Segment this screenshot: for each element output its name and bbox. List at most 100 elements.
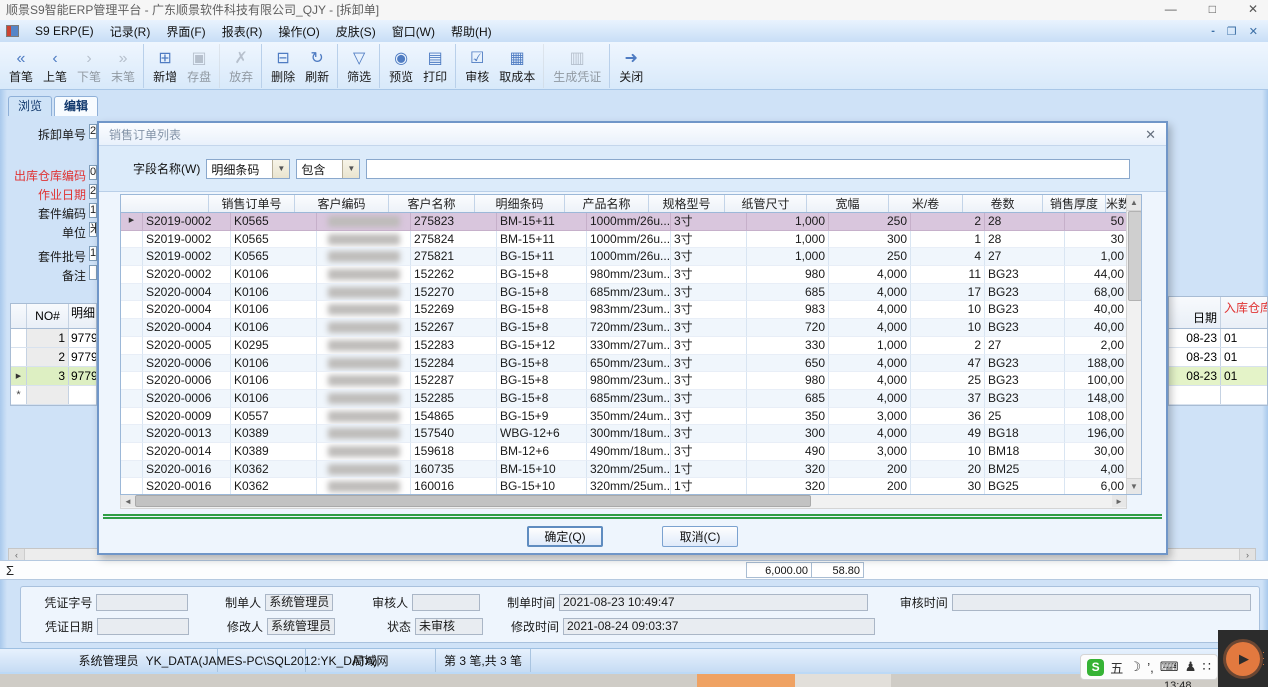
scroll-down-icon[interactable]: ▼ (1127, 478, 1141, 494)
punctuation-icon[interactable]: ’, (1147, 660, 1154, 675)
menu-item[interactable]: 报表(R) (214, 21, 271, 42)
grid-column-header[interactable]: 明细条码 (475, 195, 565, 212)
grid-column-header[interactable]: 米/卷 (889, 195, 963, 212)
modify-time-input[interactable]: 2021-08-24 09:03:37 (563, 618, 875, 635)
field-name-select[interactable]: 明细条码 ▼ (206, 159, 290, 179)
toolbar-button[interactable]: ⊟ 删除 (261, 44, 300, 88)
toolbox-icon[interactable]: ∷ (1203, 659, 1211, 675)
detail-grid-row[interactable]: 3 97792 (11, 367, 96, 386)
detail-grid-row[interactable] (1169, 386, 1267, 405)
mdi-restore-button[interactable]: ❐ (1227, 25, 1237, 38)
menu-item[interactable]: S9 ERP(E) (27, 22, 102, 40)
sales-order-row[interactable]: S2020-0004 K0106 152270 BG-15+8 685mm/23… (121, 284, 1141, 302)
grid-column-header[interactable] (121, 195, 209, 212)
sales-order-row[interactable]: S2020-0016 K0362 160016 BG-15+10 320mm/2… (121, 478, 1141, 495)
maker-input[interactable]: 系统管理员 (265, 594, 332, 611)
toolbar-button[interactable]: ▣ 存盘 (182, 44, 216, 88)
toolbar-button[interactable]: ◉ 预览 (379, 44, 418, 88)
grid-horizontal-scrollbar[interactable]: ◄ ► (120, 495, 1127, 509)
dismantle-order-no-input[interactable]: 2 (89, 124, 97, 139)
toolbar-button[interactable]: « 首笔 (4, 44, 38, 88)
grid-column-header[interactable]: 销售订单号 (209, 195, 295, 212)
sales-order-row[interactable]: S2020-0009 K0557 154865 BG-15+9 350mm/24… (121, 408, 1141, 426)
vertical-scroll-thumb[interactable] (1128, 211, 1142, 301)
horizontal-scroll-thumb[interactable] (135, 495, 811, 507)
menu-item[interactable]: 界面(F) (158, 21, 213, 42)
window-minimize-button[interactable]: — (1165, 0, 1177, 18)
window-maximize-button[interactable]: □ (1209, 0, 1216, 18)
taskbar-item[interactable] (795, 674, 891, 687)
auditor-input[interactable] (412, 594, 479, 611)
chevron-down-icon[interactable]: ▼ (272, 160, 289, 178)
scroll-up-icon[interactable]: ▲ (1127, 195, 1141, 211)
detail-grid-row[interactable] (11, 386, 96, 405)
mdi-minimize-button[interactable]: - (1211, 25, 1215, 38)
menu-item[interactable]: 记录(R) (102, 21, 159, 42)
grid-vertical-scrollbar[interactable]: ▲ ▼ (1126, 195, 1141, 494)
toolbar-button[interactable]: ▽ 筛选 (337, 44, 376, 88)
user-mode-icon[interactable]: ♟ (1185, 659, 1197, 675)
detail-grid-row[interactable]: 08-23 01 (1169, 367, 1267, 386)
grid-column-header[interactable]: 销售厚度 (1043, 195, 1106, 212)
toolbar-button[interactable]: ‹ 上笔 (38, 44, 72, 88)
work-date-input[interactable]: 2 (89, 184, 97, 199)
voucher-date-input[interactable] (97, 618, 189, 635)
menu-item[interactable]: 帮助(H) (443, 21, 500, 42)
grid-column-header[interactable]: 宽幅 (807, 195, 889, 212)
voucher-no-input[interactable] (96, 594, 187, 611)
soft-keyboard-icon[interactable]: ⌨ (1160, 659, 1179, 675)
modifier-input[interactable]: 系统管理员 (267, 618, 335, 635)
tab[interactable]: 浏览 (8, 96, 52, 116)
scroll-right-icon[interactable]: ► (1112, 495, 1126, 507)
grid-column-header[interactable]: 规格型号 (649, 195, 725, 212)
sales-order-row[interactable]: S2020-0014 K0389 159618 BM-12+6 490mm/18… (121, 443, 1141, 461)
kit-batch-no-input[interactable]: 1 (89, 246, 97, 261)
tab[interactable]: 编辑 (54, 96, 98, 116)
toolbar-button[interactable]: ▥ 生成凭证 (543, 44, 606, 88)
taskbar-active-item[interactable] (697, 674, 795, 687)
filter-search-input[interactable] (366, 159, 1130, 179)
detail-grid-row[interactable]: 2 97792 (11, 348, 96, 367)
dialog-title-bar[interactable]: 销售订单列表 ✕ (99, 123, 1166, 146)
sales-order-row[interactable]: S2020-0005 K0295 152283 BG-15+12 330mm/2… (121, 337, 1141, 355)
sales-order-row[interactable]: S2019-0002 K0565 275823 BM-15+11 1000mm/… (121, 213, 1141, 231)
dialog-close-icon[interactable]: ✕ (1145, 128, 1156, 141)
ok-button[interactable]: 确定(Q) (527, 526, 603, 547)
sales-order-row[interactable]: S2020-0013 K0389 157540 WBG-12+6 300mm/1… (121, 425, 1141, 443)
kit-code-input[interactable]: 1 (89, 203, 97, 218)
toolbar-button[interactable]: ↻ 刷新 (300, 44, 334, 88)
scroll-right-icon[interactable]: › (1239, 549, 1255, 560)
unit-input[interactable]: 米 (89, 222, 97, 237)
toolbar-button[interactable]: ☑ 审核 (455, 44, 494, 88)
toolbar-button[interactable]: ⊞ 新增 (143, 44, 182, 88)
sales-order-row[interactable]: S2019-0002 K0565 275824 BM-15+11 1000mm/… (121, 231, 1141, 249)
detail-grid-row[interactable]: 1 97792 (11, 329, 96, 348)
toolbar-button[interactable]: ➜ 关闭 (609, 44, 648, 88)
grid-column-header[interactable]: 客户名称 (389, 195, 475, 212)
detail-grid-row[interactable]: 08-23 01 (1169, 329, 1267, 348)
out-warehouse-code-input[interactable]: 0 (89, 165, 97, 180)
toolbar-button[interactable]: » 末笔 (106, 44, 140, 88)
grid-column-header[interactable]: 纸管尺寸 (725, 195, 807, 212)
chevron-down-icon[interactable]: ▼ (342, 160, 359, 178)
toolbar-button[interactable]: › 下笔 (72, 44, 106, 88)
sales-order-row[interactable]: S2020-0006 K0106 152284 BG-15+8 650mm/23… (121, 355, 1141, 373)
detail-grid-row[interactable]: 08-23 01 (1169, 348, 1267, 367)
mdi-close-button[interactable]: ✕ (1249, 25, 1258, 38)
scroll-left-icon[interactable]: ◄ (121, 495, 135, 507)
sales-order-row[interactable]: S2020-0004 K0106 152267 BG-15+8 720mm/23… (121, 319, 1141, 337)
operator-select[interactable]: 包含 ▼ (296, 159, 360, 179)
sogou-input-icon[interactable]: S (1087, 659, 1104, 676)
sales-order-row[interactable]: S2020-0004 K0106 152269 BG-15+8 983mm/23… (121, 301, 1141, 319)
make-time-input[interactable]: 2021-08-23 10:49:47 (559, 594, 868, 611)
toolbar-button[interactable]: ✗ 放弃 (219, 44, 258, 88)
grid-column-header[interactable]: 客户编码 (295, 195, 389, 212)
sales-order-row[interactable]: S2020-0006 K0106 152287 BG-15+8 980mm/23… (121, 372, 1141, 390)
scroll-left-icon[interactable]: ‹ (9, 549, 25, 560)
menu-item[interactable]: 窗口(W) (384, 21, 443, 42)
wubi-mode-icon[interactable]: 五 (1110, 658, 1123, 677)
window-close-button[interactable]: ✕ (1248, 0, 1258, 18)
grid-column-header[interactable]: 产品名称 (565, 195, 649, 212)
remark-input[interactable] (89, 265, 97, 280)
audit-time-input[interactable] (952, 594, 1251, 611)
